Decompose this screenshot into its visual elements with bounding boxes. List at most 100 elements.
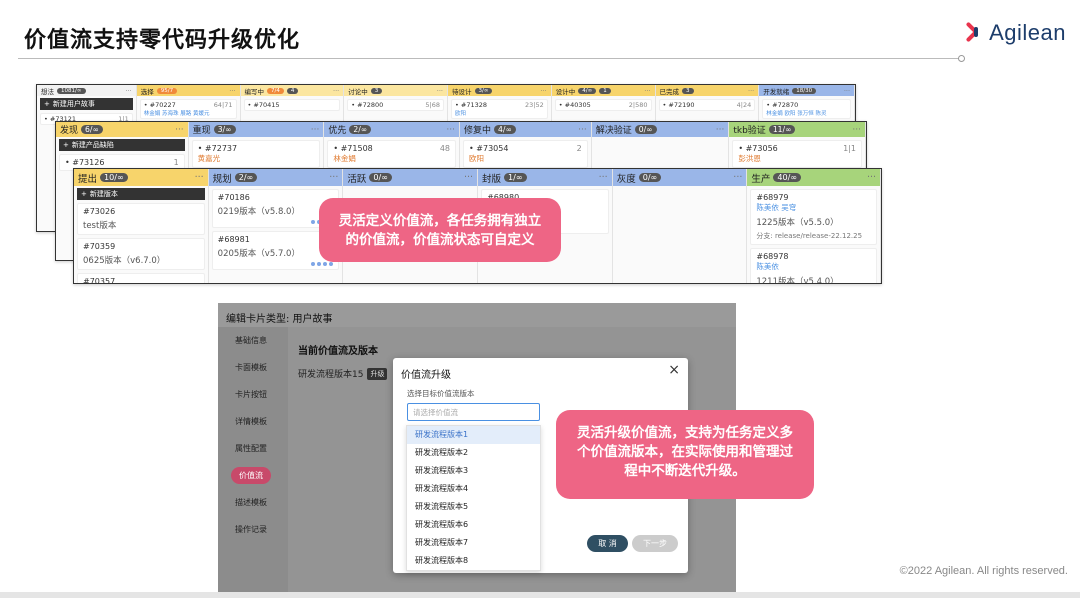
card-count: 4|24 [736, 101, 752, 109]
card-id: #70357 [83, 277, 116, 283]
more-icon[interactable]: ··· [578, 125, 587, 135]
kanban-card[interactable]: • #72870 林金娟 欧阳 张万恒 陈灵 [762, 99, 852, 119]
kanban-card[interactable]: #73026 test版本 [77, 203, 205, 235]
column-name: 重现 [192, 126, 211, 136]
kanban-card[interactable]: • #72190 4|24 [658, 99, 756, 111]
card-count: 1|1 [843, 144, 856, 153]
more-icon[interactable]: ··· [541, 87, 547, 95]
card-assignees: 欧阳 [455, 111, 467, 117]
new-card-button[interactable]: + 新建产品缺陷 [59, 139, 185, 151]
plus-icon: + [63, 141, 69, 149]
dropdown-option[interactable]: 研发流程版本2 [407, 444, 540, 462]
dropdown-option[interactable]: 研发流程版本6 [407, 516, 540, 534]
more-icon[interactable]: ··· [644, 87, 650, 95]
more-icon[interactable]: ··· [844, 87, 850, 95]
card-title: 0205版本（v5.7.0） [217, 249, 300, 259]
column-header: 生产 40/∞ ··· [747, 169, 881, 186]
column-header: 编写中 7/4 4 ··· [240, 85, 344, 96]
column-count: 40/∞ [773, 173, 802, 182]
title-divider [18, 58, 960, 59]
column-name: 活跃 [347, 173, 367, 185]
card-id: • #71328 [455, 101, 488, 109]
more-icon[interactable]: ··· [329, 172, 338, 183]
more-icon[interactable]: ··· [195, 172, 204, 183]
column-count: 95/7 [156, 87, 178, 94]
more-icon[interactable]: ··· [748, 87, 754, 95]
close-icon[interactable]: × [668, 362, 680, 378]
sidebar-item[interactable]: 属性配置 [218, 435, 284, 462]
kanban-card[interactable]: • #71508 48 林金娟 [327, 140, 457, 168]
sidebar-item-label: 操作记录 [235, 525, 267, 534]
column-count: 11/∞ [768, 125, 796, 134]
column-name: 开发就绪 [763, 87, 790, 96]
column-name: 封版 [482, 173, 502, 185]
dropdown-option[interactable]: 研发流程版本3 [407, 462, 540, 480]
dropdown-option[interactable]: 研发流程版本4 [407, 480, 540, 498]
dropdown-option[interactable]: 研发流程版本5 [407, 498, 540, 516]
more-icon[interactable]: ··· [437, 87, 443, 95]
card-id: #68978 [756, 252, 789, 261]
column-header: 解决验证 0/∞ ··· [591, 122, 729, 137]
more-icon[interactable]: ··· [229, 87, 235, 95]
more-icon[interactable]: ··· [175, 125, 184, 135]
sidebar-item[interactable]: 操作记录 [218, 516, 284, 543]
kanban-card[interactable]: • #71328 23|52 欧阳 [451, 99, 548, 119]
valuestream-select-input[interactable]: 请选择价值流 [407, 403, 540, 421]
card-branch: 分支: release/release-22.12.25 [756, 232, 863, 240]
kanban-card[interactable]: #68978 陈美依 1211版本（v5.4.0） [750, 248, 878, 283]
column-header: 活跃 0/∞ ··· [343, 169, 478, 186]
kanban-column: 提出 10/∞ ··· + 新建版本 #73026 test版本 #70359 0625版本（v… [74, 169, 209, 283]
kanban-card[interactable]: • #72737 黄嘉光 [191, 140, 321, 168]
sidebar-item[interactable]: 基础信息 [218, 327, 284, 354]
card-title: 0219版本（v5.8.0） [217, 207, 300, 217]
column-header: 开发就绪 18/30 ··· [759, 85, 855, 96]
more-icon[interactable]: ··· [446, 125, 455, 135]
upgrade-button[interactable]: 升级 [367, 367, 388, 380]
more-icon[interactable]: ··· [464, 172, 473, 183]
next-button[interactable]: 下一步 [632, 535, 678, 552]
card-id: #73026 [83, 207, 116, 216]
more-icon[interactable]: ··· [852, 125, 861, 135]
kanban-card[interactable]: • #70227 64|71 林金娟 苏海珠 展路 黄媛元 [139, 99, 237, 119]
card-id: • #71508 [333, 144, 373, 153]
sidebar-item[interactable]: 详情模板 [218, 408, 284, 435]
sidebar-item-label: 基础信息 [235, 336, 267, 345]
column-name: 优先 [328, 126, 347, 136]
sidebar-item[interactable]: 描述模板 [218, 489, 284, 516]
kanban-card[interactable]: • #72800 5|68 [347, 99, 444, 111]
new-card-button[interactable]: + 新建用户故事 [40, 98, 133, 110]
more-icon[interactable]: ··· [716, 125, 725, 135]
more-icon[interactable]: ··· [599, 172, 608, 183]
dropdown-option[interactable]: 研发流程版本8 [407, 552, 540, 570]
dropdown-option[interactable]: 研发流程版本1 [407, 426, 540, 444]
column-header: 封版 1/∞ ··· [478, 169, 612, 186]
kanban-card[interactable]: #68979 陈美依 吴穹 1225版本（v5.5.0） 分支: release/re… [750, 189, 878, 245]
kanban-card[interactable]: • #73054 2 欧阳 [463, 140, 588, 168]
kanban-card[interactable]: #70359 0625版本（v6.7.0） [77, 238, 205, 270]
sidebar-item[interactable]: 卡片按钮 [218, 381, 284, 408]
sidebar-item[interactable]: 卡面模板 [218, 354, 284, 381]
kanban-card[interactable]: #70357 [77, 273, 205, 283]
column-count: 3/∞ [213, 125, 236, 134]
new-card-button[interactable]: + 新建版本 [77, 188, 205, 200]
card-id: #68979 [756, 193, 789, 202]
sidebar-item[interactable]: 价值流 [218, 462, 284, 489]
more-icon[interactable]: ··· [126, 87, 132, 95]
more-icon[interactable]: ··· [333, 87, 339, 95]
cancel-button[interactable]: 取 消 [587, 535, 628, 552]
more-icon[interactable]: ··· [733, 172, 742, 183]
column-subcount: 3 [370, 87, 383, 94]
kanban-card[interactable]: • #40305 2|580 [554, 99, 652, 111]
dropdown-option[interactable]: 研发流程版本7 [407, 534, 540, 552]
kanban-column: 灰度 0/∞ ··· [612, 169, 748, 283]
kanban-card[interactable]: • #70415 [243, 99, 341, 111]
more-icon[interactable]: ··· [867, 172, 876, 183]
kanban-card[interactable]: • #73056 1|1 彭洪恩 [732, 140, 862, 168]
column-header: tkb验证 11/∞ ··· [729, 122, 865, 137]
more-icon[interactable]: ··· [311, 125, 320, 135]
card-id: • #72800 [351, 101, 384, 109]
kanban-column: 生产 40/∞ ··· #68979 陈美依 吴穹 1225版本（v5.5.0） 分支: r… [747, 169, 881, 283]
column-count: 1/∞ [504, 173, 527, 182]
column-name: 生产 [751, 173, 771, 185]
column-name: 选择 [140, 87, 154, 96]
